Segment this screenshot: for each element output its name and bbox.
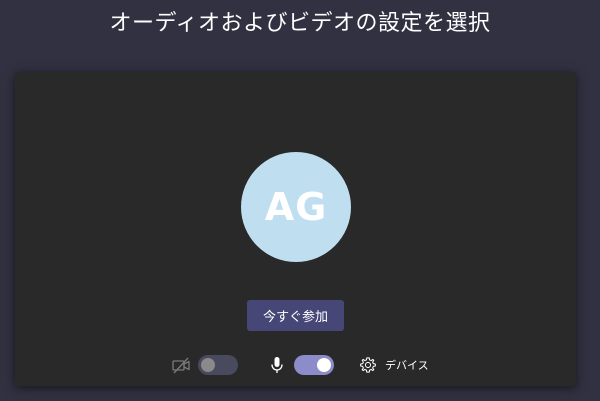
pre-join-screen: オーディオおよびビデオの設定を選択 AG 今すぐ参加 デバイス — [0, 0, 600, 401]
camera-toggle[interactable] — [198, 355, 238, 375]
join-now-button[interactable]: 今すぐ参加 — [247, 300, 344, 331]
microphone-icon[interactable] — [267, 355, 287, 375]
device-settings-label: デバイス — [385, 359, 429, 372]
camera-off-icon[interactable] — [171, 355, 191, 375]
camera-toggle-knob — [201, 358, 215, 372]
device-settings-button[interactable]: デバイス — [359, 352, 429, 378]
avatar-initials: AG — [264, 185, 328, 229]
microphone-toggle-knob — [317, 358, 331, 372]
avatar: AG — [241, 152, 351, 262]
gear-icon — [359, 356, 377, 374]
video-preview-panel: AG 今すぐ参加 デバイス — [15, 72, 576, 386]
media-controls-bar: デバイス — [15, 352, 576, 378]
microphone-toggle[interactable] — [294, 355, 334, 375]
page-title: オーディオおよびビデオの設定を選択 — [109, 11, 491, 36]
